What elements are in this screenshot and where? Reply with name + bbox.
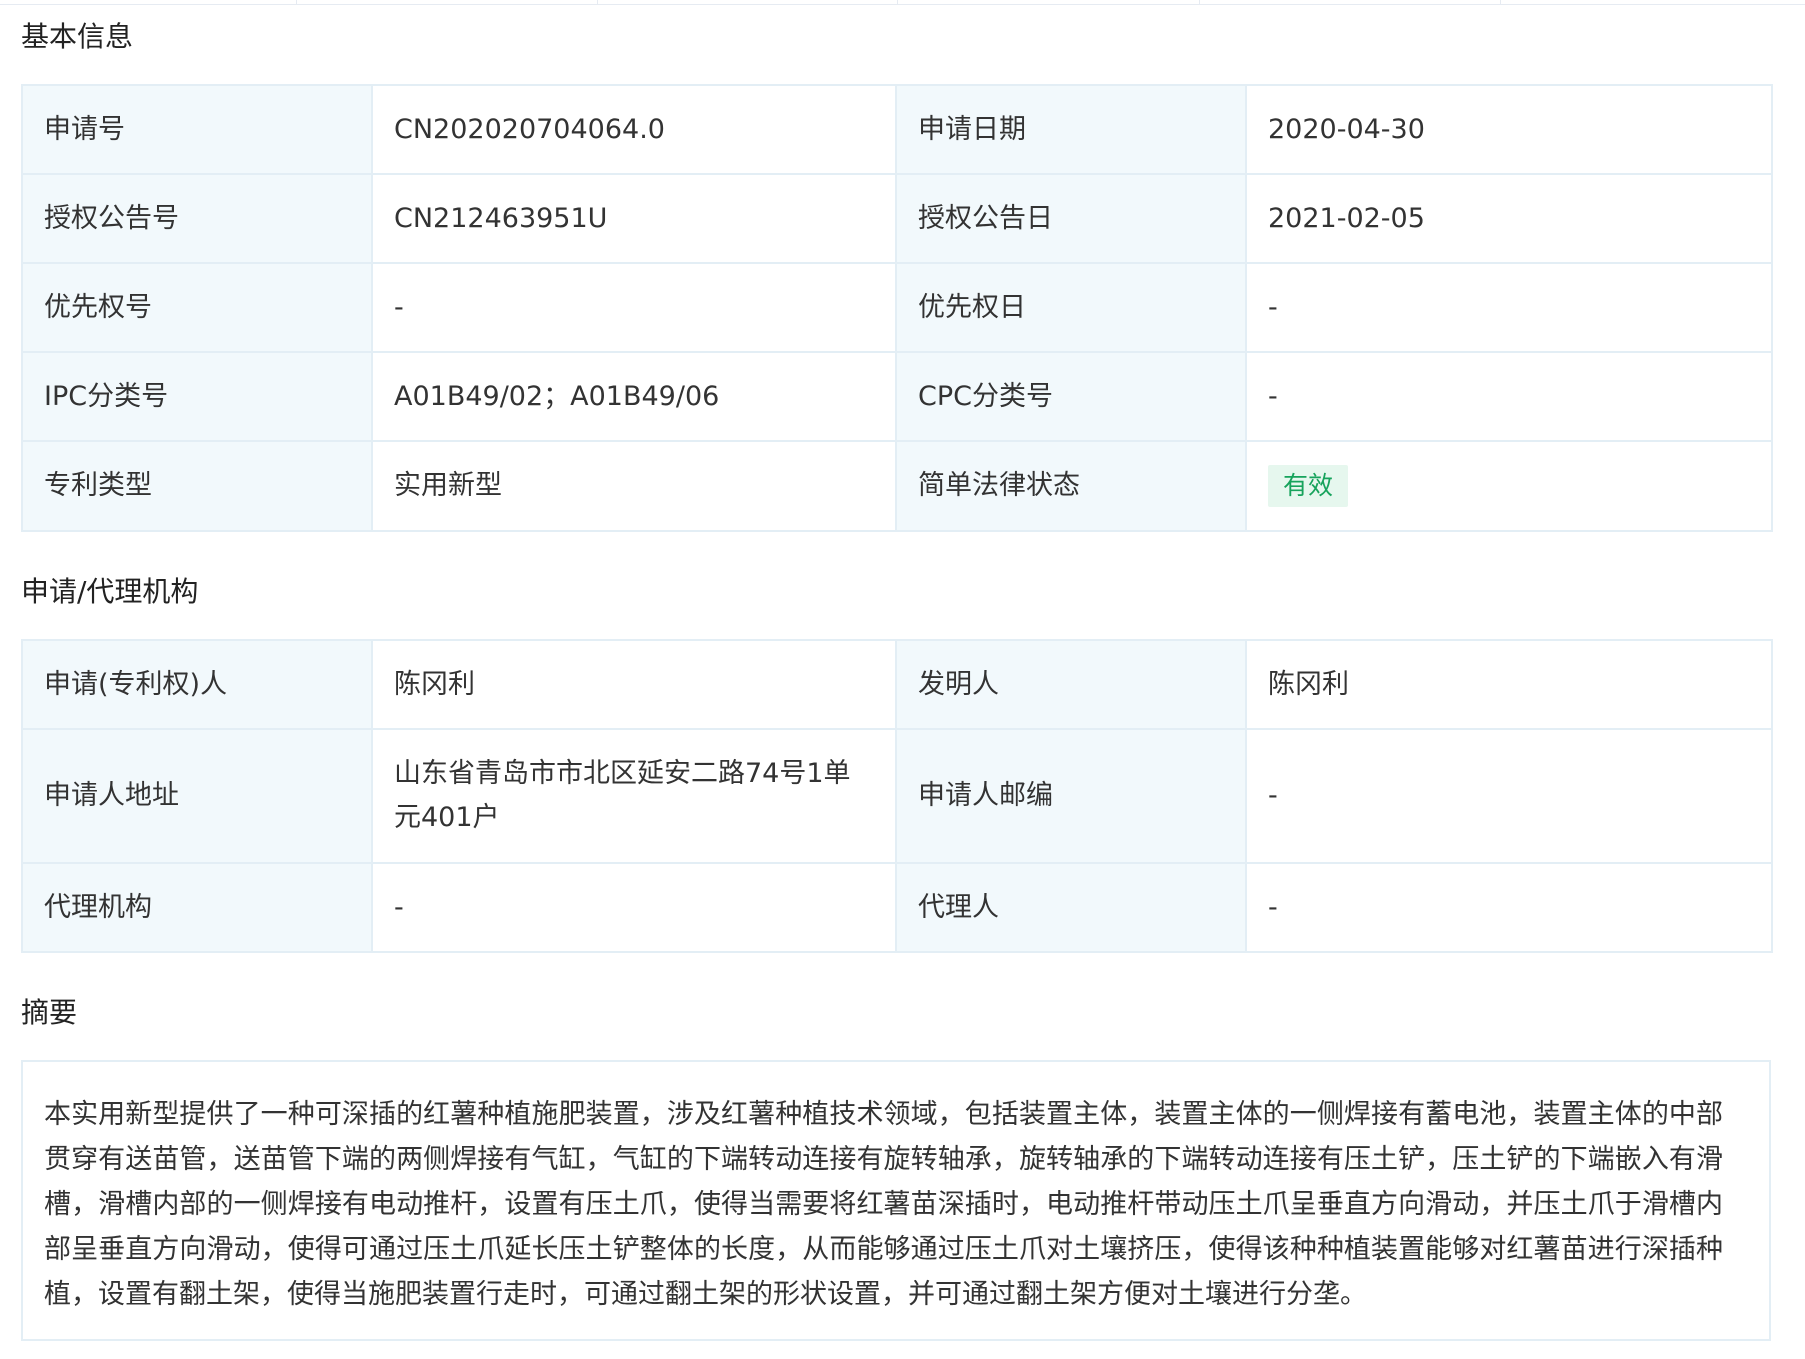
agency-value: -: [371, 862, 897, 953]
applicant-address-label: 申请人地址: [21, 728, 373, 864]
applicant-address-value: 山东省青岛市市北区延安二路74号1单元401户: [371, 728, 897, 864]
application-number-label: 申请号: [21, 84, 373, 175]
grant-number-value: CN212463951U: [371, 173, 897, 264]
agency-label: 代理机构: [21, 862, 373, 953]
grant-date-value: 2021-02-05: [1245, 173, 1773, 264]
patent-type-label: 专利类型: [21, 440, 373, 532]
abstract-title: 摘要: [21, 996, 78, 1029]
cpc-class-label: CPC分类号: [895, 351, 1247, 442]
basic-info-section: 基本信息 申请号 CN202020704064.0 申请日期 2020-04-3…: [21, 20, 1773, 532]
priority-number-label: 优先权号: [21, 262, 373, 353]
inventor-label: 发明人: [895, 639, 1247, 730]
applicant-label: 申请(专利权)人: [21, 639, 373, 730]
table-row: 代理机构 - 代理人 -: [21, 862, 1773, 953]
agent-value: -: [1245, 862, 1773, 953]
legal-status-cell: 有效: [1245, 440, 1773, 532]
applicant-postcode-label: 申请人邮编: [895, 728, 1247, 864]
table-row: 申请(专利权)人 陈冈利 发明人 陈冈利: [21, 639, 1773, 730]
table-row: 专利类型 实用新型 简单法律状态 有效: [21, 440, 1773, 532]
basic-info-title: 基本信息: [21, 20, 134, 53]
inventor-value: 陈冈利: [1245, 639, 1773, 730]
application-number-value: CN202020704064.0: [371, 84, 897, 175]
priority-date-value: -: [1245, 262, 1773, 353]
agency-section: 申请/代理机构 申请(专利权)人 陈冈利 发明人 陈冈利 申请人地址 山东省青岛…: [21, 575, 1773, 953]
priority-date-label: 优先权日: [895, 262, 1247, 353]
priority-number-value: -: [371, 262, 897, 353]
abstract-box: 本实用新型提供了一种可深插的红薯种植施肥装置，涉及红薯种植技术领域，包括装置主体…: [21, 1060, 1771, 1341]
grant-date-label: 授权公告日: [895, 173, 1247, 264]
table-row: 申请号 CN202020704064.0 申请日期 2020-04-30: [21, 84, 1773, 175]
basic-info-table: 申请号 CN202020704064.0 申请日期 2020-04-30 授权公…: [21, 84, 1773, 532]
table-row: IPC分类号 A01B49/02；A01B49/06 CPC分类号 -: [21, 351, 1773, 442]
agency-table: 申请(专利权)人 陈冈利 发明人 陈冈利 申请人地址 山东省青岛市市北区延安二路…: [21, 639, 1773, 953]
table-row: 优先权号 - 优先权日 -: [21, 262, 1773, 353]
applicant-postcode-value: -: [1245, 728, 1773, 864]
application-date-label: 申请日期: [895, 84, 1247, 175]
abstract-section: 摘要 本实用新型提供了一种可深插的红薯种植施肥装置，涉及红薯种植技术领域，包括装…: [21, 996, 1771, 1341]
status-badge: 有效: [1268, 465, 1349, 507]
application-date-value: 2020-04-30: [1245, 84, 1773, 175]
table-row: 申请人地址 山东省青岛市市北区延安二路74号1单元401户 申请人邮编 -: [21, 728, 1773, 864]
top-tab-strip: [0, 0, 1805, 5]
table-row: 授权公告号 CN212463951U 授权公告日 2021-02-05: [21, 173, 1773, 264]
agent-label: 代理人: [895, 862, 1247, 953]
patent-type-value: 实用新型: [371, 440, 897, 532]
abstract-text: 本实用新型提供了一种可深插的红薯种植施肥装置，涉及红薯种植技术领域，包括装置主体…: [44, 1099, 1723, 1310]
grant-number-label: 授权公告号: [21, 173, 373, 264]
cpc-class-value: -: [1245, 351, 1773, 442]
ipc-class-label: IPC分类号: [21, 351, 373, 442]
ipc-class-value: A01B49/02；A01B49/06: [371, 351, 897, 442]
legal-status-label: 简单法律状态: [895, 440, 1247, 532]
agency-title: 申请/代理机构: [21, 575, 199, 608]
applicant-value: 陈冈利: [371, 639, 897, 730]
